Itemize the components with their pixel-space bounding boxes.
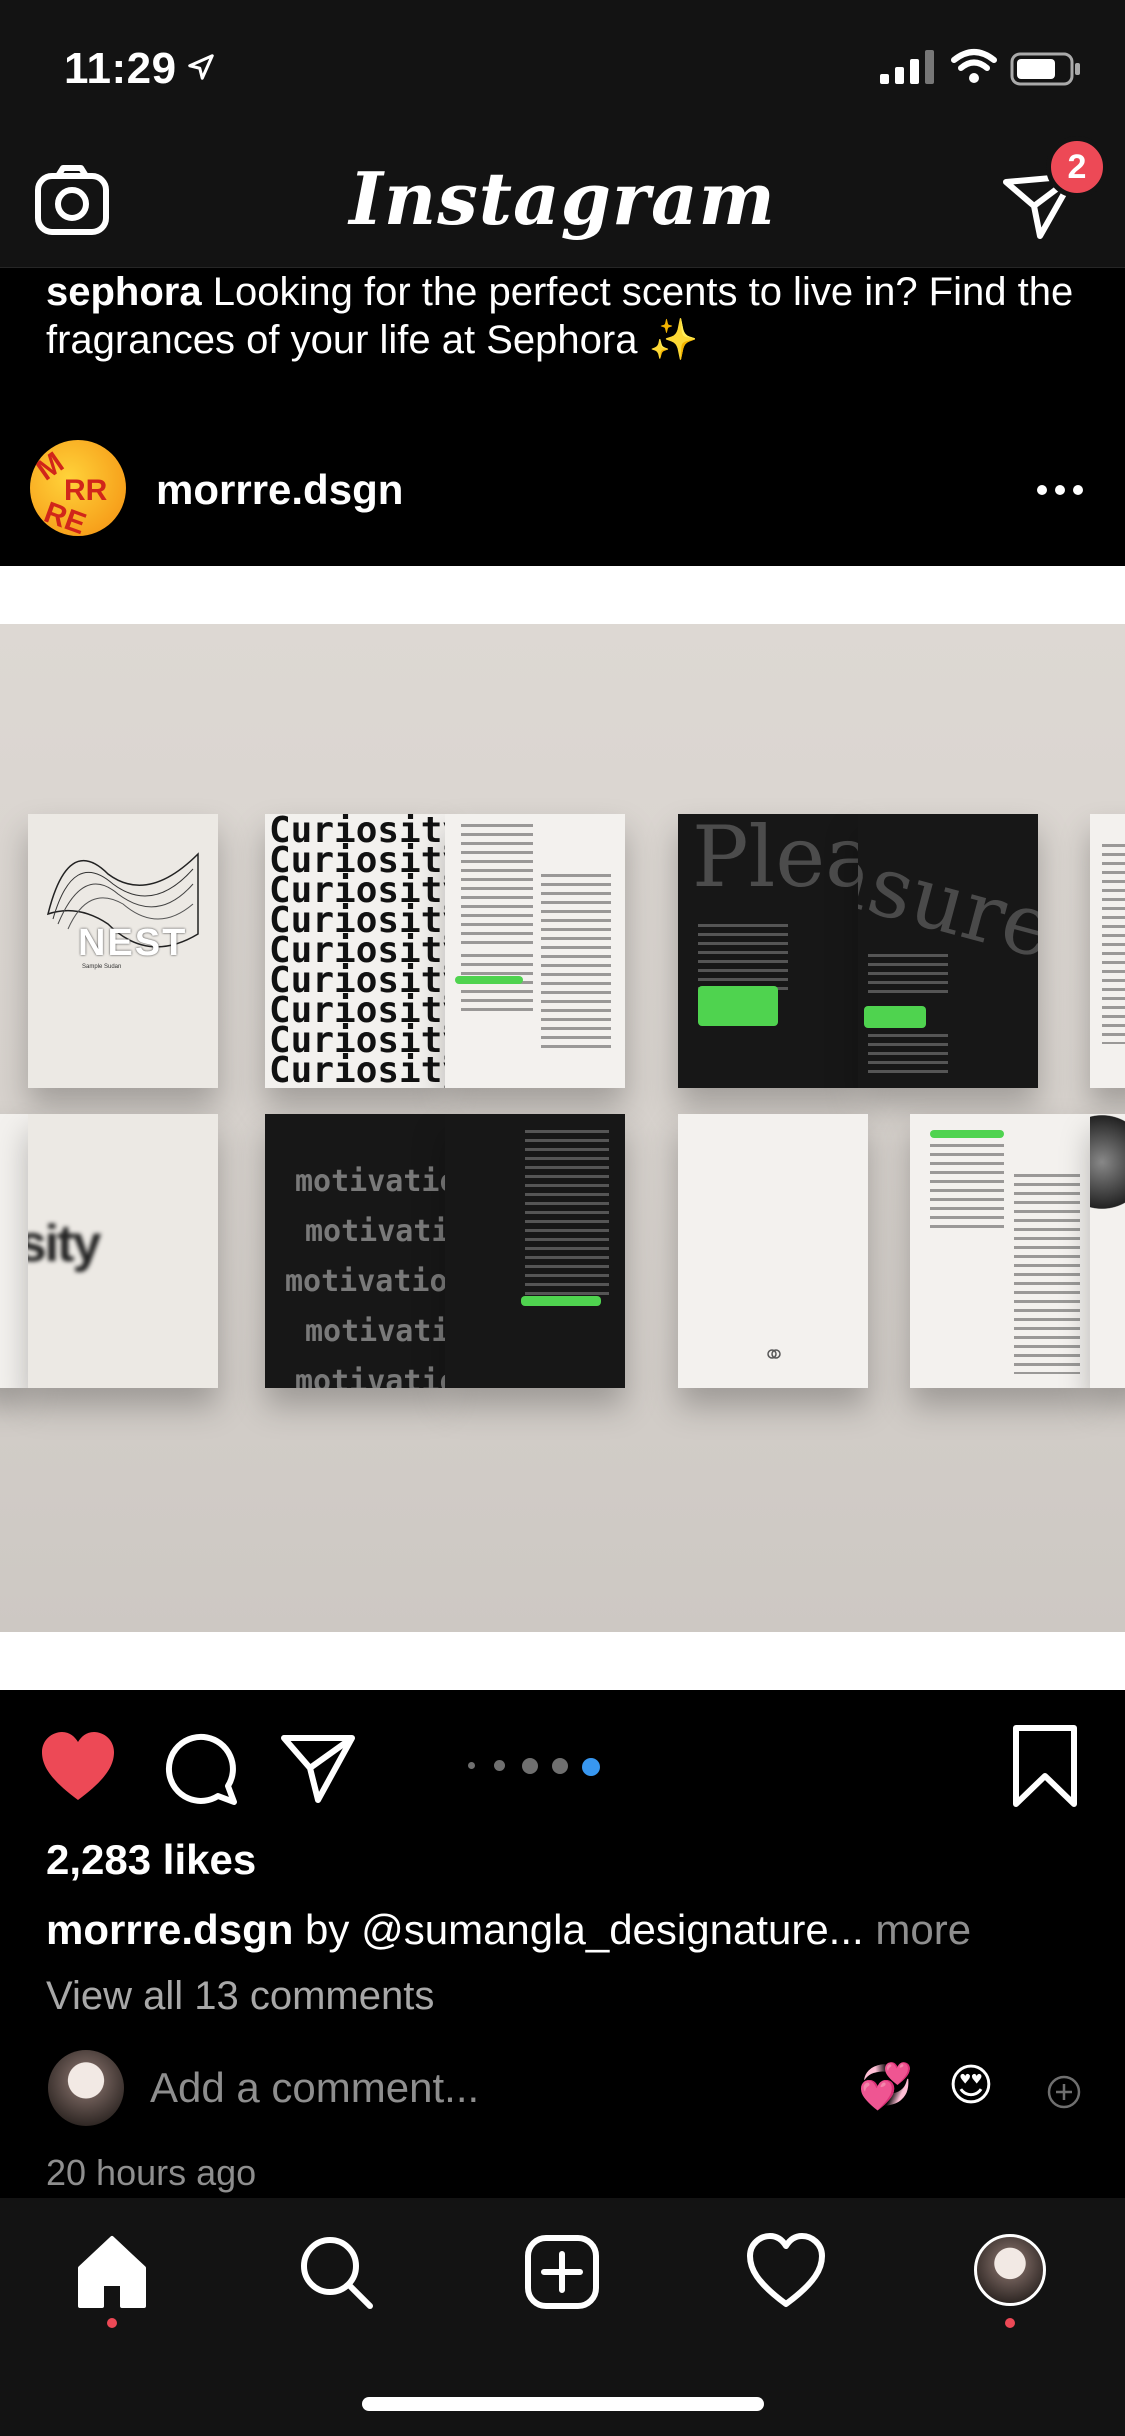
quick-emoji-heart-eyes[interactable]: 😍: [948, 2060, 994, 2111]
status-time: 11:29: [64, 44, 177, 93]
booklet-mockup-photo: NEST Sample Sudan Curiosity Curiosity Cu…: [0, 624, 1125, 1632]
current-user-avatar: [48, 2050, 124, 2126]
add-emoji-icon[interactable]: [1046, 2074, 1082, 2110]
location-arrow-icon: [188, 54, 214, 80]
booklet-cover: NEST Sample Sudan: [28, 814, 218, 1088]
post-username[interactable]: morrre.dsgn: [156, 466, 403, 514]
post-timestamp: 20 hours ago: [46, 2152, 257, 2193]
caption-more-link[interactable]: more: [864, 1906, 971, 1953]
booklet-motivation-right: [445, 1114, 625, 1388]
home-notification-dot: [107, 2318, 117, 2328]
booklet-partial-left: [0, 1114, 28, 1388]
profile-avatar[interactable]: [974, 2234, 1046, 2306]
booklet-blur-word: osity: [28, 1114, 218, 1388]
previous-post-username[interactable]: sephora: [46, 270, 202, 314]
cover-subtitle: Sample Sudan: [82, 964, 122, 970]
booklet-partial-right-2: [1090, 1114, 1125, 1388]
search-icon[interactable]: [296, 2232, 376, 2312]
booklet-curiosity-right: [445, 814, 625, 1088]
carousel-dot: [552, 1758, 568, 1774]
caption-text: by @sumangla_designature...: [293, 1906, 864, 1953]
booklet-curiosity-left: Curiosity Curiosity Curiosity Curiosity …: [265, 814, 445, 1088]
caption-username[interactable]: morrre.dsgn: [46, 1906, 293, 1953]
quick-emoji-hearts[interactable]: 💞: [858, 2060, 913, 2112]
home-indicator: [362, 2397, 764, 2411]
add-comment-row: Add a comment... 💞 😍: [0, 2050, 1125, 2140]
carousel-dot: [468, 1762, 475, 1769]
logo-mark-icon: [767, 1349, 781, 1359]
booklet-motivation-left: motivation motivation motivation motivat…: [265, 1114, 445, 1388]
cover-title: NEST: [78, 922, 188, 964]
post-image[interactable]: NEST Sample Sudan Curiosity Curiosity Cu…: [0, 566, 1125, 1690]
share-paper-plane-icon[interactable]: [278, 1728, 358, 1808]
carousel-dot-active: [582, 1758, 600, 1776]
comment-input[interactable]: Add a comment...: [150, 2064, 479, 2112]
view-all-comments-link[interactable]: View all 13 comments: [46, 1974, 434, 2019]
booklet-pleasure-left: Pleasure: [678, 814, 858, 1088]
booklet-partial-right: [1090, 814, 1125, 1088]
liked-heart-icon[interactable]: [38, 1728, 118, 1808]
new-post-icon[interactable]: [522, 2232, 602, 2312]
app-header: Instagram: [0, 140, 1125, 268]
avatar[interactable]: M RR RE: [30, 440, 126, 536]
wifi-icon: [951, 49, 997, 83]
cellular-signal-icon: [880, 50, 934, 84]
previous-post-caption: sephora Looking for the perfect scents t…: [46, 268, 1086, 364]
carousel-dot: [522, 1758, 538, 1774]
likes-count[interactable]: 2,283 likes: [46, 1836, 256, 1884]
instagram-logo: Instagram: [349, 156, 776, 241]
comment-icon[interactable]: [160, 1728, 240, 1808]
status-bar: 11:29: [0, 0, 1125, 140]
profile-notification-dot: [1005, 2318, 1015, 2328]
post-header: M RR RE morrre.dsgn: [0, 430, 1125, 570]
carousel-dot: [494, 1760, 505, 1771]
booklet-blank-page: [678, 1114, 868, 1388]
home-icon[interactable]: [72, 2232, 152, 2312]
direct-message-badge: 2: [1046, 136, 1108, 198]
activity-heart-icon[interactable]: [746, 2232, 826, 2312]
bookmark-icon[interactable]: [1010, 1724, 1080, 1808]
post-actions: [0, 1690, 1125, 1840]
booklet-text-spread: [910, 1114, 1090, 1388]
battery-icon: [1010, 52, 1080, 86]
booklet-pleasure-right: Pleasure: [858, 814, 1038, 1088]
post-caption: morrre.dsgn by @sumangla_designature... …: [46, 1906, 971, 1954]
more-horizontal-icon[interactable]: [1030, 460, 1090, 520]
